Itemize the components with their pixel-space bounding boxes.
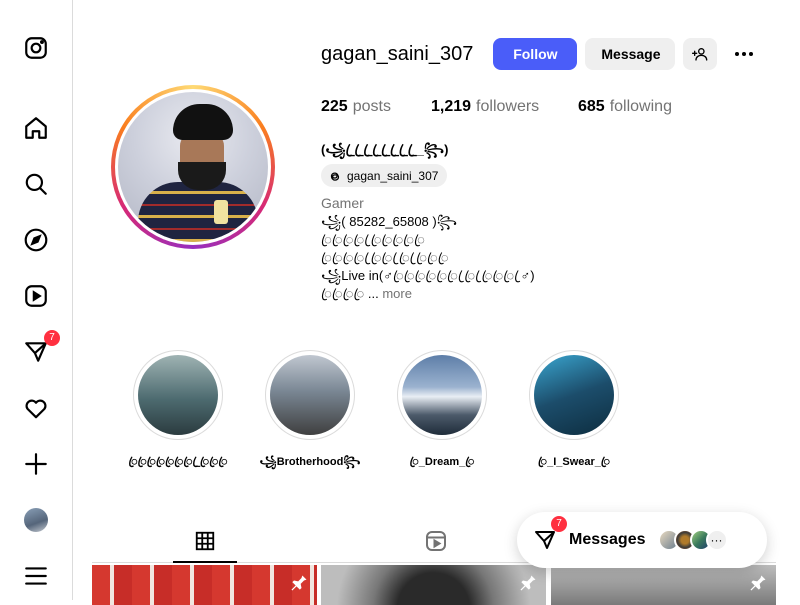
- more-avatars: ···: [705, 529, 728, 551]
- direct-icon: 7: [533, 516, 567, 552]
- sidebar: 7: [0, 0, 73, 600]
- following-count: 685: [578, 98, 605, 115]
- following-label: following: [609, 98, 672, 115]
- messages-badge: 7: [44, 330, 60, 346]
- grid-icon: [195, 531, 215, 551]
- profile-picture-story-ring[interactable]: [111, 85, 275, 249]
- posts-tab[interactable]: [189, 526, 221, 556]
- threads-link[interactable]: gagan_saini_307: [321, 164, 448, 187]
- profile-main: gagan_saini_307 Follow Message 225 posts …: [73, 0, 800, 605]
- highlight-item[interactable]: ꦿ_Dream_ꦿ: [377, 350, 507, 476]
- highlight-label: ꦿ_Dream_ꦿ: [409, 456, 475, 468]
- profile-picture: [118, 92, 268, 242]
- suggested-users-button[interactable]: [683, 38, 718, 70]
- avatar: [24, 508, 48, 532]
- recent-chat-avatars: ···: [657, 529, 728, 551]
- following-stat[interactable]: 685 following: [578, 98, 672, 116]
- username: gagan_saini_307: [321, 42, 474, 65]
- post-thumbnail[interactable]: [92, 565, 317, 605]
- highlight-label: ꦿꦿꦿꦿꦿꦿꦿ_ꦿꦿꦿꦿ: [128, 456, 228, 468]
- follow-button[interactable]: Follow: [493, 38, 578, 70]
- pinned-icon: [520, 575, 536, 591]
- followers-count: 1,219: [431, 98, 472, 115]
- bio-line: ꧁Live in(♂ꦿꦿꦿꦿꦿꦿ ꦿꦿ ꦿꦿꦿꦿ ꦿ♂): [321, 268, 535, 283]
- profile-avatar[interactable]: [22, 506, 50, 534]
- highlight-cover: [402, 355, 482, 435]
- reels-tab[interactable]: [420, 526, 452, 556]
- bio: ꧁( 85282_65808 )꧂ ꦿꦿꦿꦿ ꦿꦿꦿꦿꦿꦿ ꦿꦿꦿꦿ ꦿꦿꦿ ꦿ…: [321, 213, 535, 303]
- messages-floating-button[interactable]: 7 Messages ···: [517, 512, 767, 568]
- highlight-cover: [270, 355, 350, 435]
- messages-label: Messages: [569, 531, 646, 548]
- instagram-logo-icon[interactable]: [22, 34, 50, 62]
- highlight-item[interactable]: ꧁Brotherhood꧂: [245, 350, 375, 476]
- home-icon[interactable]: [22, 114, 50, 142]
- add-person-icon: [692, 48, 708, 61]
- bio-line: ꦿꦿꦿꦿ ꦿꦿꦿ ꦿꦿ ꦿꦿꦿꦿ: [321, 250, 449, 265]
- post-thumbnail[interactable]: [551, 565, 776, 605]
- followers-stat[interactable]: 1,219 followers: [431, 98, 578, 116]
- reels-icon: [426, 531, 446, 551]
- highlight-label: ꦿ_I_Swear_ꦿ: [537, 456, 611, 468]
- posts-stat: 225 posts: [321, 98, 431, 116]
- message-button[interactable]: Message: [585, 38, 676, 70]
- search-icon[interactable]: [22, 170, 50, 198]
- highlight-cover: [534, 355, 614, 435]
- highlight-item[interactable]: ꦿ_I_Swear_ꦿ: [509, 350, 639, 476]
- profile-header-row: gagan_saini_307 Follow Message: [321, 38, 725, 70]
- category-label: Gamer: [321, 195, 364, 211]
- messages-badge: 7: [551, 516, 567, 532]
- explore-icon[interactable]: [22, 226, 50, 254]
- full-name: (꧁_ꦿ_ꦿ_ꦿ_ꦿ_ꦿ_ꦿ_ꦿ_ꦿ_꧂): [321, 142, 449, 157]
- followers-label: followers: [476, 98, 540, 115]
- posts-count: 225: [321, 98, 348, 115]
- bio-line: ꧁( 85282_65808 )꧂: [321, 214, 458, 229]
- threads-icon: [330, 171, 340, 181]
- notifications-icon[interactable]: [22, 394, 50, 422]
- threads-handle: gagan_saini_307: [347, 168, 439, 183]
- pinned-icon: [291, 575, 307, 591]
- reels-icon[interactable]: [22, 282, 50, 310]
- post-thumbnail[interactable]: [321, 565, 546, 605]
- bio-line: ꦿꦿꦿꦿ ꦿꦿꦿꦿꦿꦿ: [321, 232, 425, 247]
- active-tab-indicator: [173, 561, 237, 563]
- more-options-icon[interactable]: [731, 42, 757, 66]
- posts-label: posts: [352, 98, 391, 115]
- highlight-cover: [138, 355, 218, 435]
- profile-stats: 225 posts 1,219 followers 685 following: [321, 98, 672, 116]
- bio-line-last: ꦿꦿꦿꦿ ... more: [321, 286, 412, 301]
- bio-more-link[interactable]: more: [382, 286, 412, 301]
- menu-icon[interactable]: [22, 562, 50, 590]
- highlight-item[interactable]: ꦿꦿꦿꦿꦿꦿꦿ_ꦿꦿꦿꦿ: [113, 350, 243, 476]
- messages-icon[interactable]: 7: [22, 330, 60, 366]
- create-icon[interactable]: [22, 450, 50, 478]
- highlight-label: ꧁Brotherhood꧂: [259, 456, 361, 468]
- pinned-icon: [750, 575, 766, 591]
